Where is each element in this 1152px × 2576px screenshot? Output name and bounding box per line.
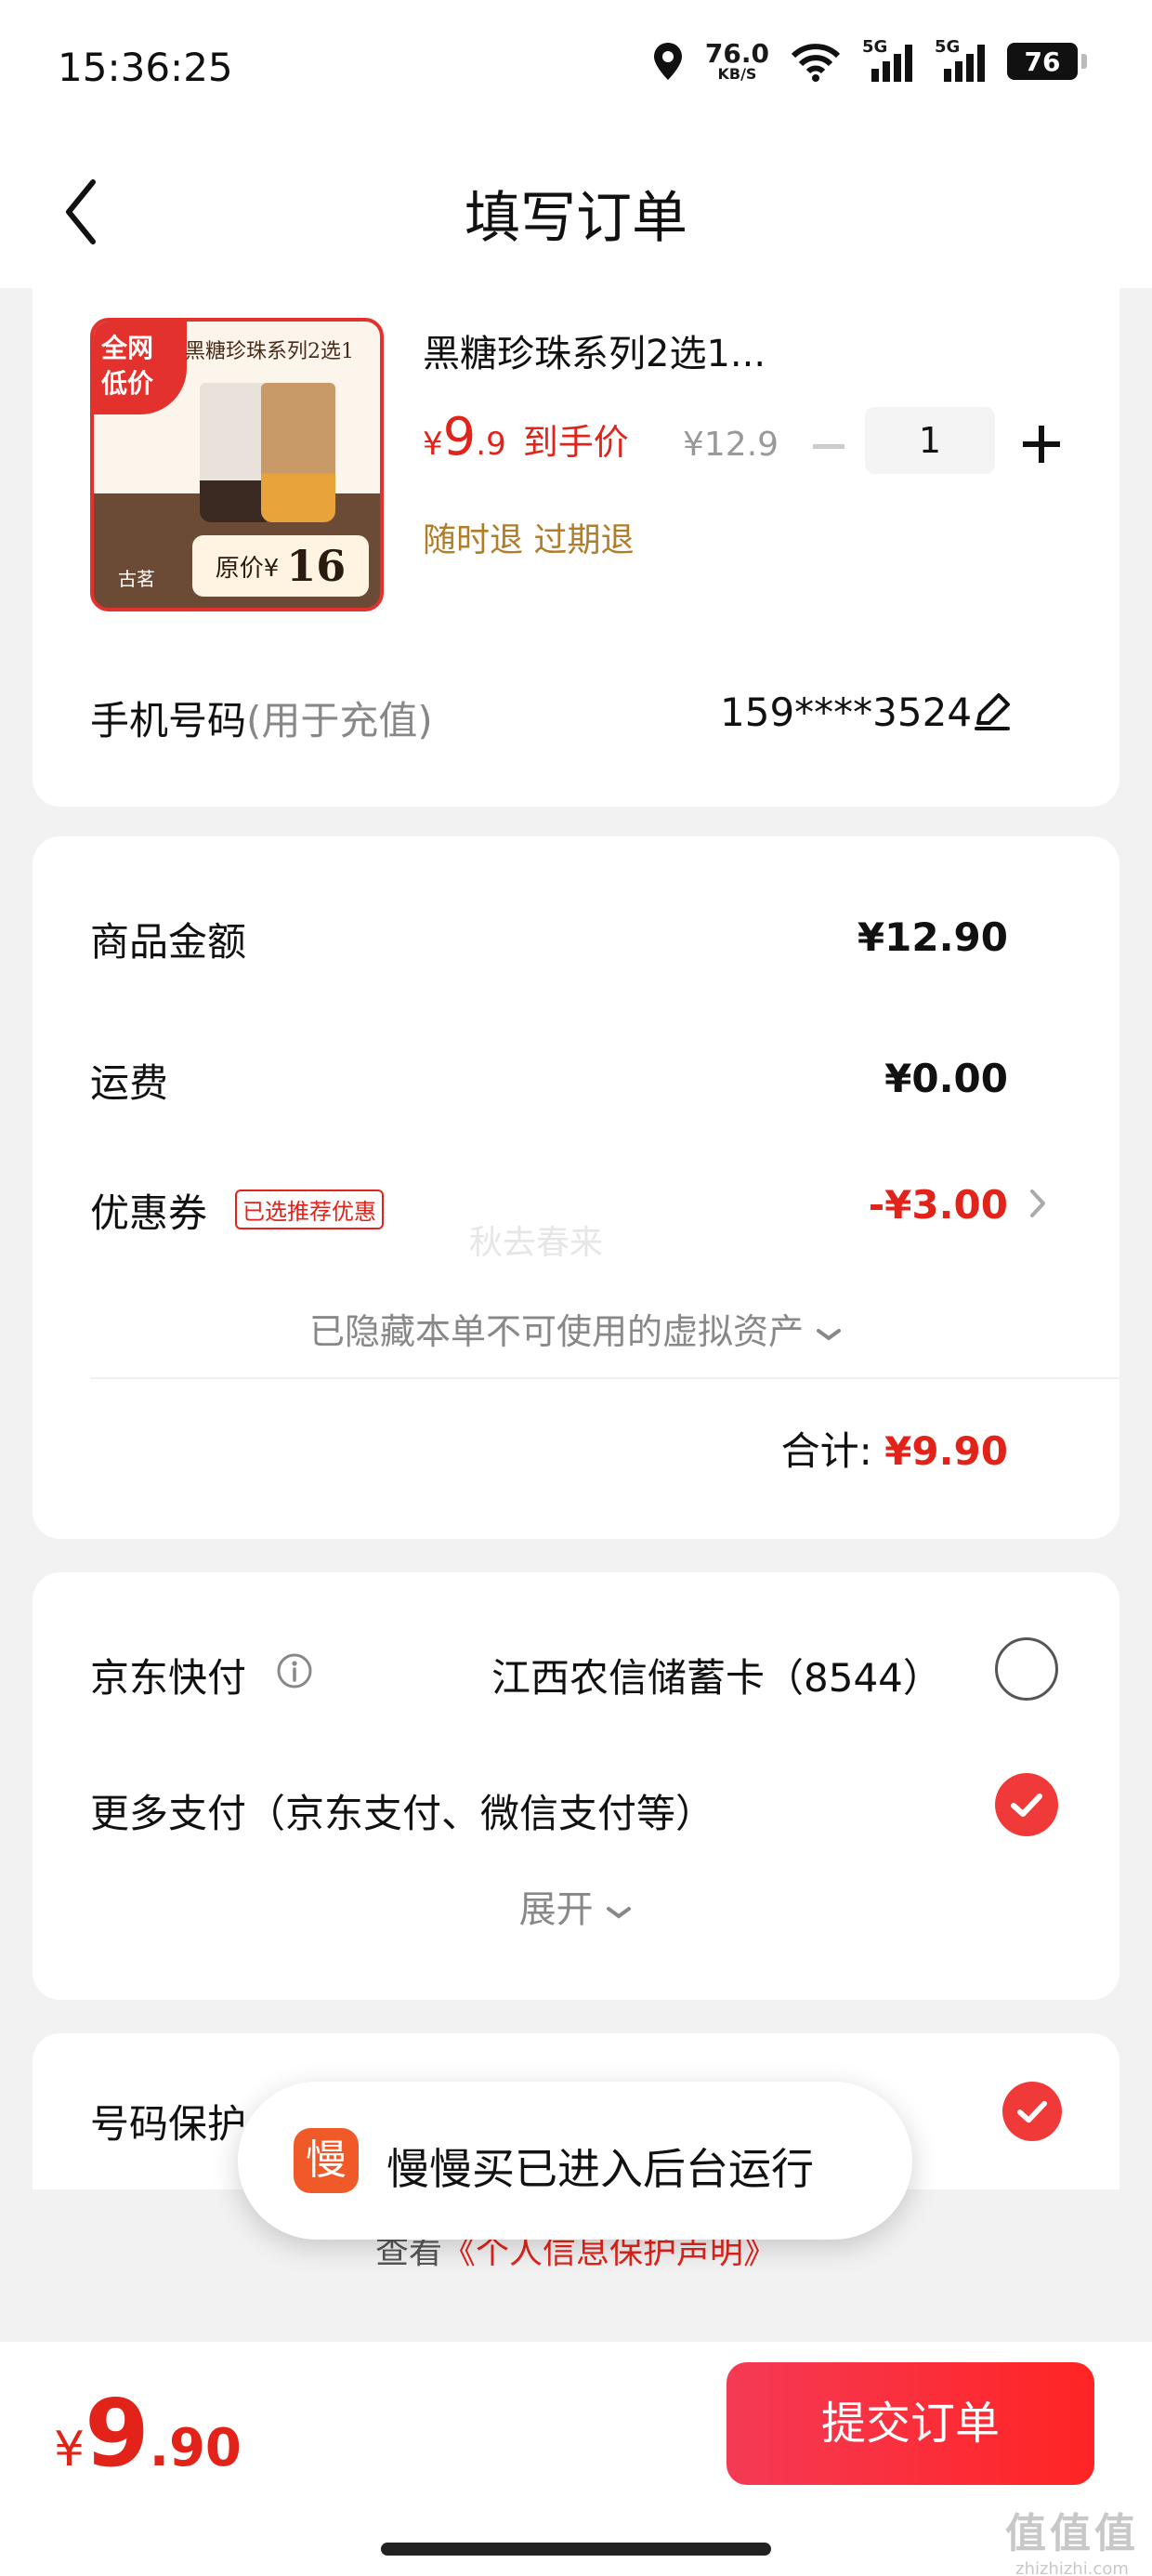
final-price: ¥ 9 .9 到手价 xyxy=(423,407,629,467)
order-total: 合计: ¥9.90 xyxy=(780,1428,1008,1474)
goods-amount-value: ¥12.90 xyxy=(857,914,1008,960)
product-name[interactable]: 黑糖珍珠系列2选1... xyxy=(423,323,766,377)
watermark-text: 秋去春来 xyxy=(469,1224,604,1262)
shipping-label: 运费 xyxy=(90,1060,169,1106)
battery-icon: 76 xyxy=(1007,43,1087,80)
divider xyxy=(90,1377,1119,1379)
coupon-label[interactable]: 优惠券 xyxy=(90,1182,207,1239)
number-protection-label: 号码保护 xyxy=(90,2101,247,2147)
amount-card: 商品金额 ¥12.90 运费 ¥0.00 优惠券 已选推荐优惠 -¥3.00 秋… xyxy=(33,836,1119,1539)
goods-amount-label: 商品金额 xyxy=(90,919,247,965)
location-icon xyxy=(653,43,682,80)
thumbnail-original-price: 原价¥ 16 xyxy=(192,535,369,597)
status-icons: 76.0 KB/S 5G 5G 76 xyxy=(651,37,1087,83)
quantity-plus-button[interactable] xyxy=(1023,426,1060,463)
payment-card: 京东快付 江西农信储蓄卡（8544） 更多支付（京东支付、微信支付等） 展开 xyxy=(33,1572,1119,2000)
pencil-icon[interactable] xyxy=(971,690,1014,732)
drink-cup-image xyxy=(261,383,335,522)
chevron-right-icon[interactable] xyxy=(1025,1180,1053,1227)
quantity-minus-button[interactable] xyxy=(813,444,844,449)
original-price: ¥12.9 xyxy=(683,426,779,464)
shipping-value: ¥0.00 xyxy=(884,1056,1008,1101)
lowest-price-badge: 全网 低价 xyxy=(94,322,187,414)
phone-label: 手机号码(用于充值) xyxy=(90,698,433,743)
hidden-assets-toggle[interactable]: 已隐藏本单不可使用的虚拟资产 xyxy=(33,1303,1119,1354)
wifi-icon xyxy=(791,44,841,82)
quantity-input[interactable]: 1 xyxy=(865,407,995,474)
number-protection-radio[interactable] xyxy=(1002,2082,1062,2141)
check-icon xyxy=(1017,2100,1047,2123)
thumbnail-series-text: 黑糖珍珠系列2选1 xyxy=(185,340,354,363)
refund-policy: 随时退 过期退 xyxy=(423,521,635,559)
quickpay-radio[interactable] xyxy=(995,1637,1058,1701)
site-watermark: 值值值 zhizhizhi.com xyxy=(1005,2510,1139,2576)
info-icon[interactable] xyxy=(276,1652,313,1689)
app-logo-icon: 慢 xyxy=(294,2128,359,2193)
brand-logo: 古茗 xyxy=(118,568,155,590)
bottom-bar: ¥ 9 .90 提交订单 值值值 zhizhizhi.com xyxy=(0,2342,1152,2576)
background-toast: 慢 慢慢买已进入后台运行 xyxy=(238,2082,912,2240)
coupon-badge: 已选推荐优惠 xyxy=(235,1189,384,1229)
bottom-total-price: ¥ 9 .90 xyxy=(54,2379,242,2488)
expand-payment-button[interactable]: 展开 xyxy=(33,1879,1119,1933)
check-icon xyxy=(1011,1794,1042,1817)
toast-message: 慢慢买已进入后台运行 xyxy=(386,2144,814,2194)
product-card: 全网 低价 黑糖珍珠系列2选1 古茗 原价¥ 16 黑糖珍珠系列2选1... ¥… xyxy=(33,269,1119,807)
coupon-value[interactable]: -¥3.00 xyxy=(869,1182,1008,1228)
page-title: 填写订单 xyxy=(465,186,687,251)
submit-order-button[interactable]: 提交订单 xyxy=(727,2362,1094,2485)
more-payment-label[interactable]: 更多支付（京东支付、微信支付等） xyxy=(90,1782,714,1839)
signal-icon-2: 5G xyxy=(935,37,987,82)
quickpay-label[interactable]: 京东快付 xyxy=(90,1647,246,1703)
phone-value[interactable]: 159****3524 xyxy=(720,690,972,735)
chevron-down-icon xyxy=(817,1329,842,1341)
quickpay-card[interactable]: 江西农信储蓄卡（8544） xyxy=(491,1647,942,1703)
more-payment-radio[interactable] xyxy=(995,1773,1058,1836)
product-thumbnail[interactable]: 全网 低价 黑糖珍珠系列2选1 古茗 原价¥ 16 xyxy=(90,318,384,611)
nav-bar: 填写订单 xyxy=(0,139,1152,288)
net-speed: 76.0 KB/S xyxy=(704,38,769,83)
signal-icon: 5G xyxy=(862,37,914,82)
chevron-down-icon xyxy=(607,1907,632,1919)
status-bar: 15:36:25 76.0 KB/S 5G 5G 76 xyxy=(0,0,1152,139)
status-time: 15:36:25 xyxy=(58,45,233,90)
home-indicator[interactable] xyxy=(381,2543,771,2556)
